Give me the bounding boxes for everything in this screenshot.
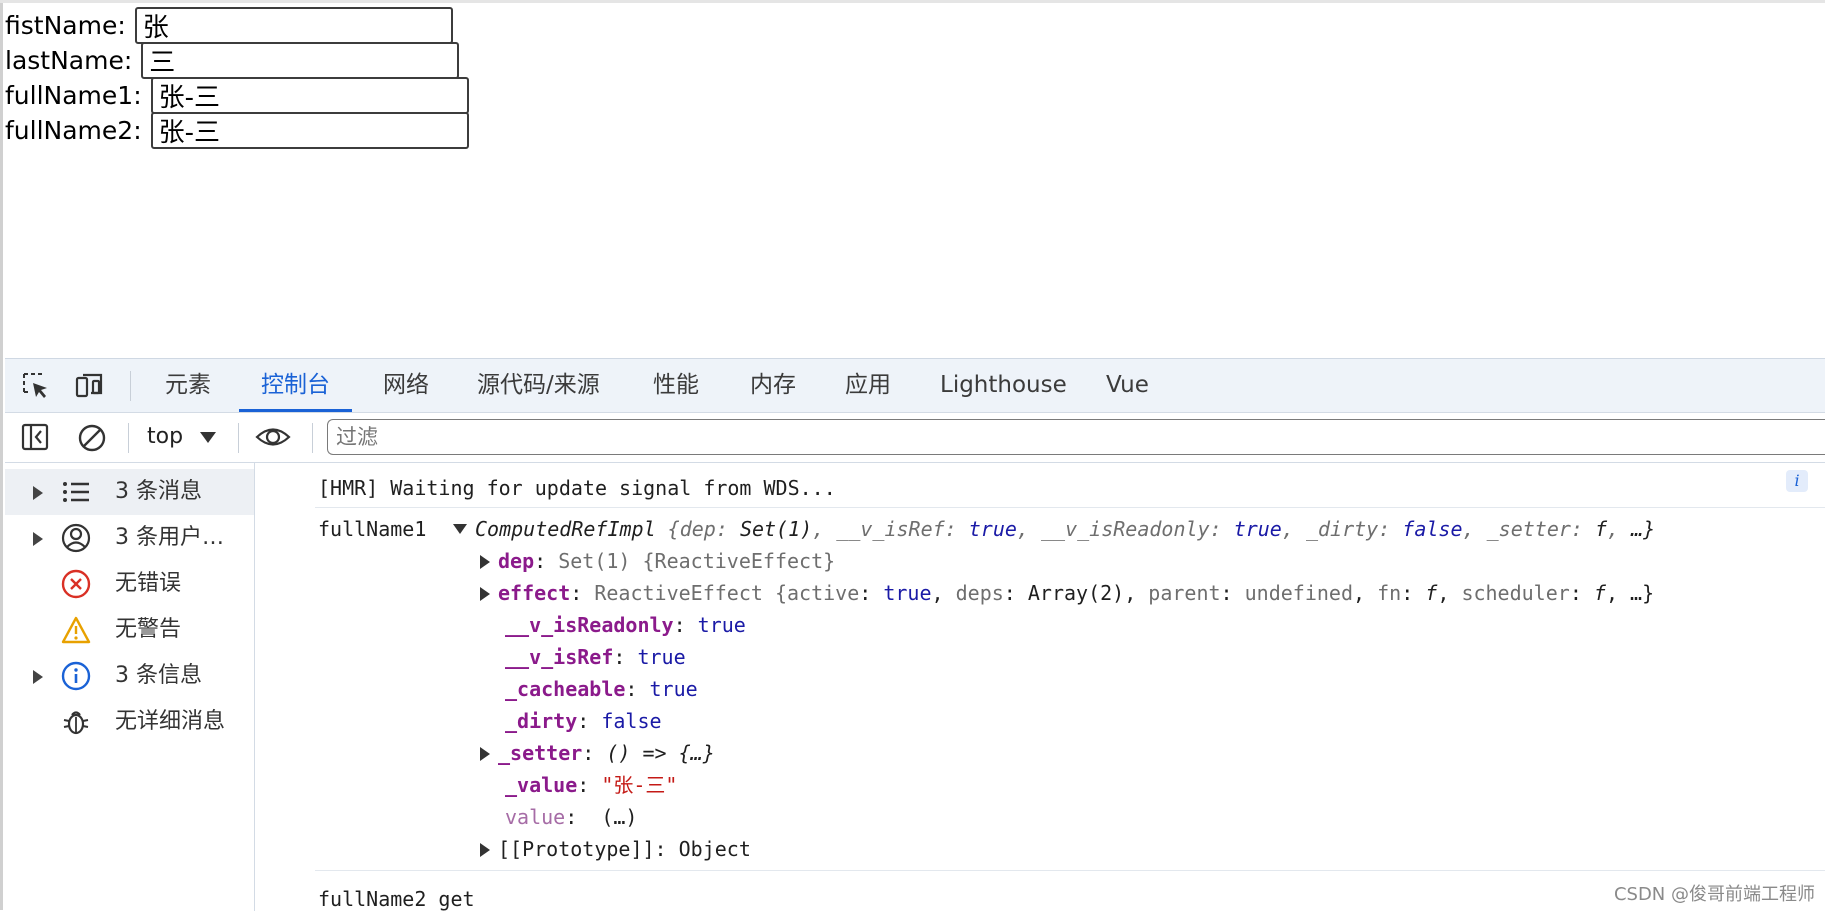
list-icon	[63, 482, 89, 502]
prop-v-isreadonly: __v_isReadonly: true	[505, 613, 746, 637]
message-divider	[315, 870, 1825, 871]
firstname-label: fistName:	[5, 10, 126, 40]
info-badge-icon[interactable]: i	[1786, 470, 1808, 492]
console-output: [HMR] Waiting for update signal from WDS…	[255, 463, 1825, 911]
prop-dep[interactable]: dep: Set(1) {ReactiveEffect}	[480, 546, 835, 576]
prop-cacheable: _cacheable: true	[505, 677, 698, 701]
fullname1-label: fullName1:	[5, 80, 142, 110]
expand-arrow-icon[interactable]	[33, 486, 43, 500]
tab-vue[interactable]: Vue	[1106, 359, 1149, 412]
console-log-label: fullName1	[318, 517, 427, 541]
sidebar-item-label: 3 条用户…	[115, 525, 224, 550]
sidebar-item-errors[interactable]: 无错误	[5, 561, 254, 607]
console-sidebar: 3 条消息 3 条用户… 无错误 无警告 3 条信息 无详细消息	[5, 463, 255, 911]
firstname-input[interactable]	[134, 6, 453, 44]
tab-console[interactable]: 控制台	[239, 359, 352, 412]
tab-memory[interactable]: 内存	[750, 359, 796, 412]
prop-setter[interactable]: _setter: () => {…}	[480, 738, 715, 768]
sidebar-item-messages[interactable]: 3 条消息	[5, 469, 254, 515]
user-icon	[61, 523, 91, 553]
computed-ref-preview[interactable]: ComputedRefImpl {dep: Set(1), __v_isRef:…	[453, 514, 1655, 544]
lastname-label: lastName:	[5, 45, 133, 75]
expand-arrow-icon[interactable]	[480, 747, 490, 761]
toolbar-divider	[238, 423, 239, 453]
console-message-hmr: [HMR] Waiting for update signal from WDS…	[318, 476, 836, 500]
prop-prototype[interactable]: [[Prototype]]: Object	[480, 834, 751, 864]
message-divider	[315, 507, 1825, 508]
prop-effect[interactable]: effect: ReactiveEffect {active: true, de…	[480, 578, 1654, 608]
prop-value-getter[interactable]: value: (…)	[505, 802, 637, 832]
tab-performance[interactable]: 性能	[653, 359, 699, 412]
form-row-lastname: lastName:	[5, 40, 460, 80]
sidebar-item-label: 无详细消息	[115, 709, 226, 734]
console-toolbar: top	[5, 413, 1825, 463]
fullname2-label: fullName2:	[5, 115, 142, 145]
devtools-tabbar: 元素 控制台 网络 源代码/来源 性能 内存 应用 Lighthouse Vue	[5, 359, 1825, 413]
tabbar-divider	[130, 371, 131, 401]
page-content: fistName: lastName: fullName1: fullName2…	[0, 0, 1825, 358]
watermark: CSDN @俊哥前端工程师	[1613, 884, 1815, 905]
console-filter-input[interactable]	[327, 419, 1825, 455]
prop-dirty: _dirty: false	[505, 709, 662, 733]
expand-arrow-icon[interactable]	[480, 587, 490, 601]
tab-network[interactable]: 网络	[383, 359, 429, 412]
sidebar-item-user-messages[interactable]: 3 条用户…	[5, 515, 254, 561]
expand-arrow-icon[interactable]	[33, 532, 43, 546]
lastname-input[interactable]	[141, 41, 460, 79]
devtools-panel: 元素 控制台 网络 源代码/来源 性能 内存 应用 Lighthouse Vue…	[5, 358, 1825, 911]
expand-arrow-icon[interactable]	[480, 843, 490, 857]
fullname1-input[interactable]	[150, 76, 469, 114]
info-icon	[61, 661, 91, 691]
toolbar-divider	[312, 423, 313, 453]
tab-lighthouse[interactable]: Lighthouse	[940, 359, 1067, 412]
expand-arrow-icon[interactable]	[33, 670, 43, 684]
sidebar-item-info[interactable]: 3 条信息	[5, 653, 254, 699]
fullname2-input[interactable]	[150, 111, 469, 149]
form-row-firstname: fistName:	[5, 5, 453, 45]
sidebar-item-label: 无错误	[115, 571, 182, 596]
device-toolbar-icon[interactable]	[75, 371, 105, 401]
sidebar-item-label: 3 条消息	[115, 479, 202, 504]
sidebar-item-warnings[interactable]: 无警告	[5, 607, 254, 653]
context-selector[interactable]: top	[147, 421, 183, 453]
prop-v-isref: __v_isRef: true	[505, 645, 686, 669]
tab-elements[interactable]: 元素	[165, 359, 211, 412]
form-row-fullname2: fullName2:	[5, 110, 469, 150]
warning-icon	[61, 616, 91, 644]
chevron-down-icon[interactable]	[200, 432, 216, 443]
tab-application[interactable]: 应用	[845, 359, 891, 412]
bug-icon	[63, 711, 89, 735]
console-log-fullname2-get: fullName2 get	[318, 887, 475, 911]
prop-value-internal: _value: "张-三"	[505, 773, 678, 797]
expand-arrow-icon[interactable]	[480, 555, 490, 569]
tab-sources[interactable]: 源代码/来源	[477, 359, 600, 412]
collapse-arrow-icon[interactable]	[453, 524, 467, 534]
sidebar-item-label: 3 条信息	[115, 663, 202, 688]
sidebar-item-label: 无警告	[115, 617, 182, 642]
error-icon	[61, 569, 91, 599]
eye-icon[interactable]	[255, 422, 291, 452]
sidebar-item-verbose[interactable]: 无详细消息	[5, 699, 254, 745]
sidebar-toggle-icon[interactable]	[21, 423, 49, 451]
inspect-element-icon[interactable]	[21, 371, 51, 401]
toolbar-divider	[128, 423, 129, 453]
clear-console-icon[interactable]	[77, 423, 107, 453]
form-row-fullname1: fullName1:	[5, 75, 469, 115]
